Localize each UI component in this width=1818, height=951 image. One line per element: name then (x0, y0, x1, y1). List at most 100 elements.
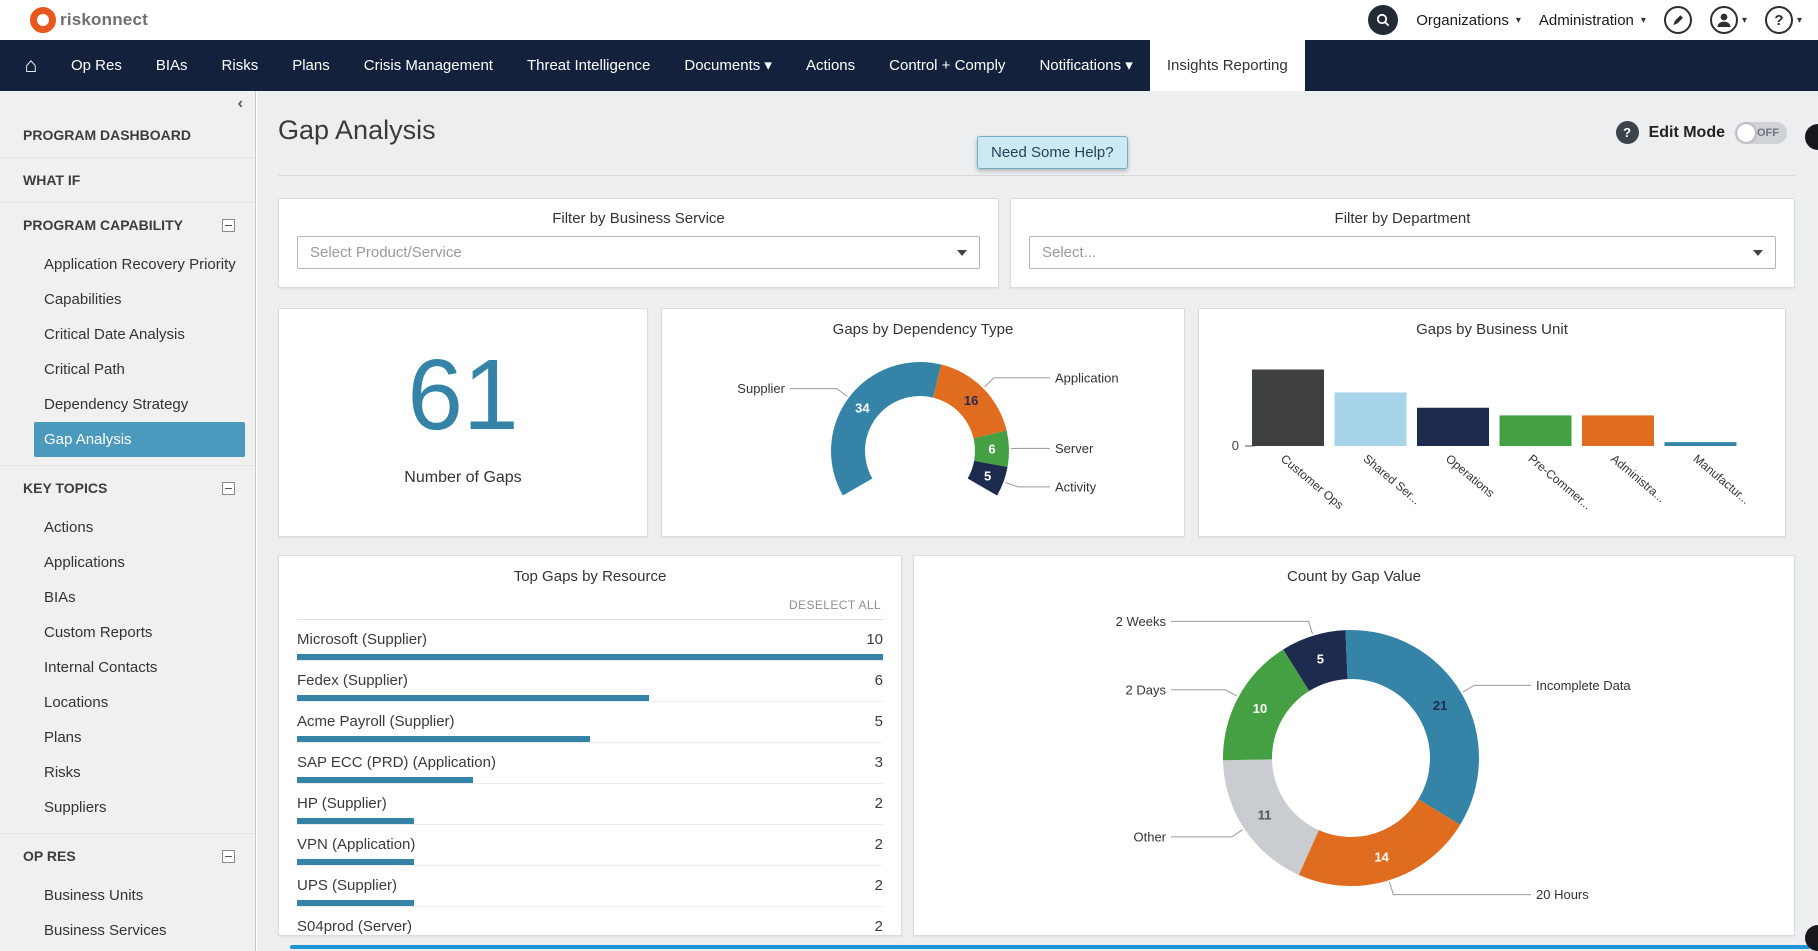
filter-select-filter-by-business-service[interactable]: Select Product/Service (297, 236, 980, 269)
help-menu[interactable]: ? ▾ (1765, 6, 1802, 34)
sidebar-section-title-what-if[interactable]: WHAT IF (0, 158, 255, 202)
nav-item-control-comply[interactable]: Control + Comply (872, 40, 1022, 91)
resource-bar-track (297, 900, 883, 906)
sidebar-item-critical-path[interactable]: Critical Path (0, 352, 255, 387)
slice-20-hours[interactable] (1299, 799, 1460, 886)
help-tooltip[interactable]: Need Some Help? (977, 136, 1128, 169)
sidebar-item-risks[interactable]: Risks (0, 755, 255, 790)
resource-bar-track (297, 859, 883, 865)
sidebar-item-dependency-strategy[interactable]: Dependency Strategy (0, 387, 255, 422)
sidebar-item-plans[interactable]: Plans (0, 720, 255, 755)
section-title-text: OP RES (23, 848, 76, 865)
sidebar-item-gap-analysis[interactable]: Gap Analysis (34, 422, 245, 457)
top-gap-row-microsoft-supplier[interactable]: Microsoft (Supplier) 10 (297, 620, 883, 661)
sidebar-section-title-program-capability[interactable]: PROGRAM CAPABILITY (0, 203, 255, 247)
resource-bar-track (297, 654, 883, 660)
resource-bar-track (297, 695, 883, 701)
nav-item-insights-reporting[interactable]: Insights Reporting (1150, 40, 1305, 91)
sidebar-item-capabilities[interactable]: Capabilities (0, 282, 255, 317)
home-icon[interactable]: ⌂ (8, 40, 54, 91)
top-gap-row-hp-supplier[interactable]: HP (Supplier)2 (297, 784, 883, 825)
administration-menu[interactable]: Administration ▾ (1539, 12, 1646, 29)
filter-card-filter-by-department: Filter by DepartmentSelect... (1010, 198, 1795, 288)
collapse-section-icon[interactable] (222, 219, 235, 232)
sidebar-item-actions[interactable]: Actions (0, 510, 255, 545)
top-gap-row-ups-supplier[interactable]: UPS (Supplier)2 (297, 866, 883, 907)
nav-item-plans[interactable]: Plans (275, 40, 347, 91)
sidebar-item-critical-date-analysis[interactable]: Critical Date Analysis (0, 317, 255, 352)
top-gap-row-s04prod-server[interactable]: S04prod (Server)2 (297, 907, 883, 936)
callout-line (1171, 621, 1312, 633)
nav-item-threat-intelligence[interactable]: Threat Intelligence (510, 40, 667, 91)
app-logo[interactable]: riskonnect (30, 7, 148, 33)
nav-item-notifications[interactable]: Notifications ▾ (1022, 40, 1149, 91)
nav-item-op-res[interactable]: Op Res (54, 40, 139, 91)
nav-item-actions[interactable]: Actions (789, 40, 872, 91)
bar-administra[interactable] (1582, 415, 1654, 446)
bar-shared-ser[interactable] (1335, 392, 1407, 446)
caret-down-icon: ▾ (1641, 15, 1646, 26)
top-gap-row-sap-ecc-prd-application[interactable]: SAP ECC (PRD) (Application)3 (297, 743, 883, 784)
resource-name: Microsoft (Supplier) (297, 630, 427, 649)
filter-select-filter-by-department[interactable]: Select... (1029, 236, 1776, 269)
sidebar-section-what-if: WHAT IF (0, 158, 255, 203)
bar-customer-ops[interactable] (1252, 370, 1324, 447)
bar-manufactur[interactable] (1665, 442, 1737, 446)
nav-item-bias[interactable]: BIAs (139, 40, 205, 91)
edit-mode-help-icon[interactable]: ? (1616, 121, 1639, 144)
user-menu[interactable]: ▾ (1710, 6, 1747, 34)
sidebar-section-title-op-res[interactable]: OP RES (0, 834, 255, 878)
bar-category-label: Shared Ser... (1361, 452, 1424, 508)
top-gap-row-text: Fedex (Supplier)6 (297, 671, 883, 690)
sidebar-item-application-recovery-priority[interactable]: Application Recovery Priority (0, 247, 255, 282)
top-gap-row-acme-payroll-supplier[interactable]: Acme Payroll (Supplier)5 (297, 702, 883, 743)
edit-mode-cluster: ? Edit Mode OFF (1616, 121, 1787, 144)
nav-item-documents[interactable]: Documents ▾ (667, 40, 789, 91)
deselect-all-button[interactable]: DESELECT ALL (297, 589, 883, 620)
sidebar-item-suppliers[interactable]: Suppliers (0, 790, 255, 825)
top-gap-row-fedex-supplier[interactable]: Fedex (Supplier)6 (297, 661, 883, 702)
sidebar-item-locations[interactable]: Locations (0, 685, 255, 720)
sidebar-item-internal-contacts[interactable]: Internal Contacts (0, 650, 255, 685)
sidebar-section-title-program-dashboard[interactable]: PROGRAM DASHBOARD (0, 113, 255, 157)
horizontal-scrollbar[interactable] (290, 945, 1810, 949)
callout-line (1005, 482, 1050, 486)
nav-item-crisis-management[interactable]: Crisis Management (347, 40, 510, 91)
edit-mode-toggle[interactable]: OFF (1735, 122, 1787, 144)
sidebar-section-key-topics: KEY TOPICSActionsApplicationsBIAsCustom … (0, 466, 255, 834)
slice-value: 10 (1253, 701, 1267, 716)
top-gap-row-vpn-application[interactable]: VPN (Application)2 (297, 825, 883, 866)
caret-down-icon: ▾ (1742, 15, 1747, 26)
search-icon[interactable] (1368, 5, 1398, 35)
sidebar-section-title-key-topics[interactable]: KEY TOPICS (0, 466, 255, 510)
slice-value: 5 (1317, 652, 1324, 667)
section-title-text: WHAT IF (23, 172, 80, 189)
organizations-menu[interactable]: Organizations ▾ (1416, 12, 1521, 29)
callout-line (1171, 830, 1243, 837)
sidebar-item-business-units[interactable]: Business Units (0, 878, 255, 913)
sidebar-item-custom-reports[interactable]: Custom Reports (0, 615, 255, 650)
collapse-section-icon[interactable] (222, 482, 235, 495)
section-title-text: PROGRAM DASHBOARD (23, 127, 191, 144)
resource-bar (297, 818, 414, 824)
chart-title: Gaps by Dependency Type (662, 309, 1184, 342)
resource-bar-track (297, 777, 883, 783)
administration-menu-label: Administration (1539, 12, 1634, 29)
sidebar-item-applications[interactable]: Applications (0, 545, 255, 580)
gaps-by-business-unit-card: Gaps by Business Unit 0Customer OpsShare… (1198, 308, 1786, 537)
slice-incomplete-data[interactable] (1345, 630, 1479, 825)
gaps-by-dependency-type-chart: 34Supplier16Application6Server5Activity (662, 343, 1186, 535)
sidebar-collapse-button[interactable]: ‹ (238, 95, 243, 113)
resource-gap-count: 10 (866, 630, 883, 649)
slice-label: 2 Days (1126, 682, 1167, 697)
sidebar-item-business-services[interactable]: Business Services (0, 913, 255, 948)
count-by-gap-value-chart: 52 Weeks21Incomplete Data1420 Hours11Oth… (914, 590, 1785, 930)
edit-pencil-icon[interactable] (1664, 6, 1692, 34)
collapse-section-icon[interactable] (222, 850, 235, 863)
bar-operations[interactable] (1417, 408, 1489, 446)
slice-value: 21 (1433, 698, 1447, 713)
sidebar-item-bias[interactable]: BIAs (0, 580, 255, 615)
slice-supplier[interactable] (831, 362, 941, 496)
bar-pre-commer[interactable] (1500, 415, 1572, 446)
nav-item-risks[interactable]: Risks (205, 40, 276, 91)
